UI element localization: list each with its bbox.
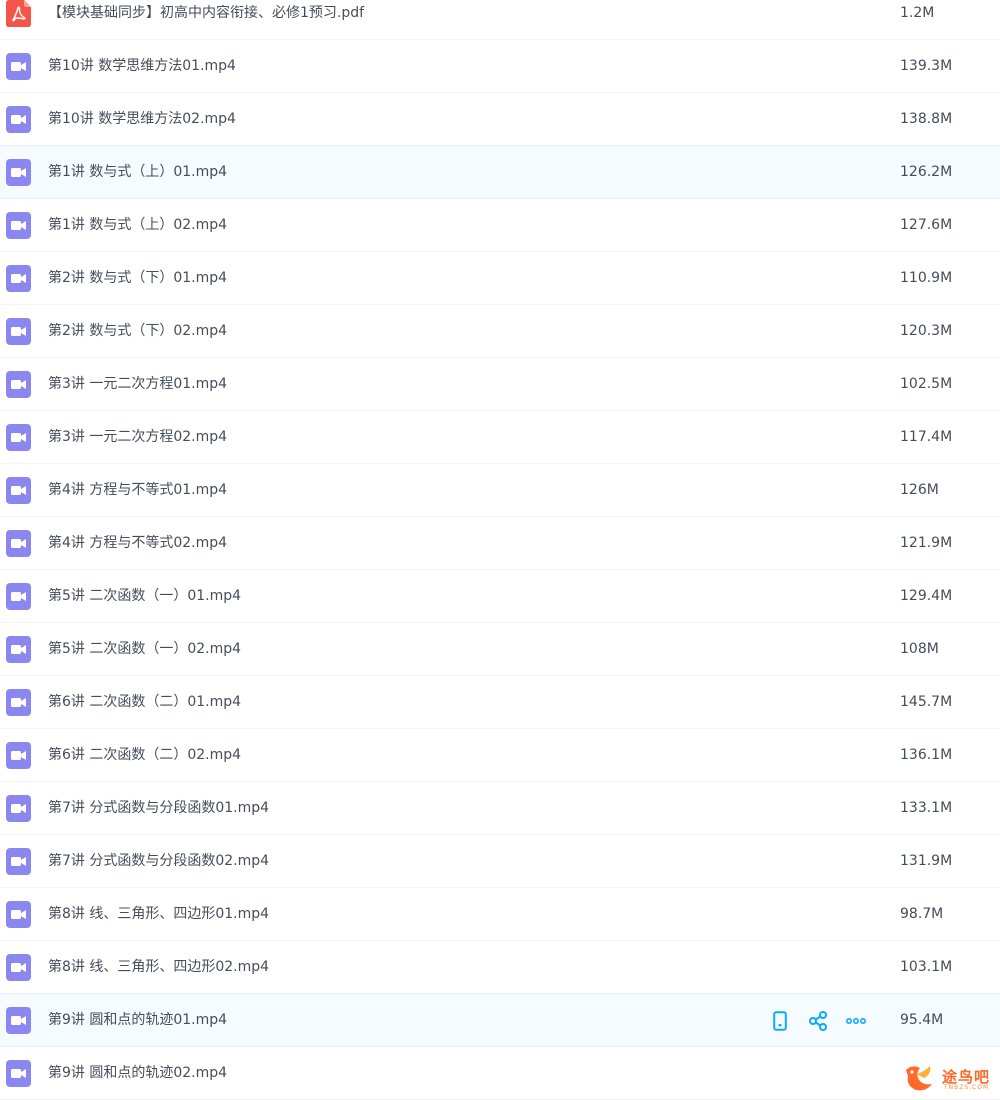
video-file-icon — [6, 689, 31, 716]
video-file-icon — [6, 265, 31, 292]
file-row[interactable]: 第6讲 二次函数（二）01.mp4 145.7M — [0, 676, 1000, 729]
file-size: 95.4M — [900, 1012, 944, 1028]
video-file-icon — [6, 477, 31, 504]
file-row[interactable]: 第5讲 二次函数（一）02.mp4 108M — [0, 623, 1000, 676]
pdf-file-icon — [6, 0, 31, 27]
file-list: 【模块基础同步】初高中内容衔接、必修1预习.pdf 1.2M 第10讲 数学思维… — [0, 0, 1000, 1100]
file-size: 103.1M — [900, 959, 953, 975]
video-file-icon — [6, 1060, 31, 1087]
file-name[interactable]: 第4讲 方程与不等式02.mp4 — [48, 517, 227, 570]
more-icon — [846, 1017, 866, 1025]
video-file-icon — [6, 318, 31, 345]
file-name[interactable]: 第2讲 数与式（下）02.mp4 — [48, 305, 227, 358]
file-name[interactable]: 第3讲 一元二次方程01.mp4 — [48, 358, 227, 411]
file-row[interactable]: 第8讲 线、三角形、四边形02.mp4 103.1M — [0, 941, 1000, 994]
file-size: 139.3M — [900, 58, 953, 74]
video-file-icon — [6, 795, 31, 822]
file-name[interactable]: 第5讲 二次函数（一）02.mp4 — [48, 623, 241, 676]
file-row[interactable]: 第7讲 分式函数与分段函数02.mp4 131.9M — [0, 835, 1000, 888]
file-name[interactable]: 第5讲 二次函数（一）01.mp4 — [48, 570, 241, 623]
send-to-phone-button[interactable] — [770, 1010, 790, 1032]
video-file-icon — [6, 636, 31, 663]
video-file-icon — [6, 742, 31, 769]
video-file-icon — [6, 212, 31, 239]
file-row[interactable]: 第2讲 数与式（下）01.mp4 110.9M — [0, 252, 1000, 305]
file-size: 145.7M — [900, 694, 953, 710]
video-file-icon — [6, 1007, 31, 1034]
file-row[interactable]: 第1讲 数与式（上）02.mp4 127.6M — [0, 199, 1000, 252]
file-name[interactable]: 第6讲 二次函数（二）02.mp4 — [48, 729, 241, 782]
video-file-icon — [6, 583, 31, 610]
file-size: 110.9M — [900, 270, 953, 286]
file-size: 121.9M — [900, 535, 953, 551]
row-actions — [770, 1010, 866, 1032]
file-row[interactable]: 第5讲 二次函数（一）01.mp4 129.4M — [0, 570, 1000, 623]
file-name[interactable]: 第10讲 数学思维方法01.mp4 — [48, 40, 236, 93]
video-file-icon — [6, 159, 31, 186]
file-row[interactable]: 第2讲 数与式（下）02.mp4 120.3M — [0, 305, 1000, 358]
share-button[interactable] — [808, 1010, 828, 1032]
file-size: 133.1M — [900, 800, 953, 816]
file-row[interactable]: 第9讲 圆和点的轨迹01.mp4 95.4M — [0, 993, 1000, 1047]
file-size: 126M — [900, 482, 939, 498]
watermark-subtext: TNBZS.COM — [944, 1084, 990, 1091]
phone-icon — [773, 1011, 787, 1031]
video-file-icon — [6, 424, 31, 451]
file-name[interactable]: 第8讲 线、三角形、四边形02.mp4 — [48, 941, 269, 994]
file-row[interactable]: 第4讲 方程与不等式02.mp4 121.9M — [0, 517, 1000, 570]
file-name[interactable]: 第7讲 分式函数与分段函数02.mp4 — [48, 835, 269, 888]
video-file-icon — [6, 53, 31, 80]
file-row[interactable]: 第9讲 圆和点的轨迹02.mp4 — [0, 1047, 1000, 1100]
file-size: 102.5M — [900, 376, 953, 392]
file-name[interactable]: 第1讲 数与式（上）01.mp4 — [48, 146, 227, 199]
file-row[interactable]: 第7讲 分式函数与分段函数01.mp4 133.1M — [0, 782, 1000, 835]
file-name[interactable]: 第6讲 二次函数（二）01.mp4 — [48, 676, 241, 729]
file-row[interactable]: 第3讲 一元二次方程02.mp4 117.4M — [0, 411, 1000, 464]
file-name[interactable]: 第9讲 圆和点的轨迹02.mp4 — [48, 1047, 227, 1100]
file-name[interactable]: 第7讲 分式函数与分段函数01.mp4 — [48, 782, 269, 835]
file-row[interactable]: 第4讲 方程与不等式01.mp4 126M — [0, 464, 1000, 517]
file-size: 126.2M — [900, 164, 953, 180]
file-row[interactable]: 第10讲 数学思维方法01.mp4 139.3M — [0, 40, 1000, 93]
file-size: 131.9M — [900, 853, 953, 869]
file-row[interactable]: 第3讲 一元二次方程01.mp4 102.5M — [0, 358, 1000, 411]
video-file-icon — [6, 848, 31, 875]
file-name[interactable]: 第4讲 方程与不等式01.mp4 — [48, 464, 227, 517]
video-file-icon — [6, 530, 31, 557]
file-size: 129.4M — [900, 588, 953, 604]
file-size: 136.1M — [900, 747, 953, 763]
file-row[interactable]: 第8讲 线、三角形、四边形01.mp4 98.7M — [0, 888, 1000, 941]
file-size: 108M — [900, 641, 939, 657]
file-size: 117.4M — [900, 429, 953, 445]
file-name[interactable]: 第1讲 数与式（上）02.mp4 — [48, 199, 227, 252]
file-name[interactable]: 第2讲 数与式（下）01.mp4 — [48, 252, 227, 305]
file-name[interactable]: 第10讲 数学思维方法02.mp4 — [48, 93, 236, 146]
video-file-icon — [6, 106, 31, 133]
more-button[interactable] — [846, 1010, 866, 1032]
file-name[interactable]: 第3讲 一元二次方程02.mp4 — [48, 411, 227, 464]
file-size: 127.6M — [900, 217, 953, 233]
bird-logo-icon — [906, 1066, 932, 1091]
file-row[interactable]: 第6讲 二次函数（二）02.mp4 136.1M — [0, 729, 1000, 782]
file-size: 120.3M — [900, 323, 953, 339]
file-name[interactable]: 【模块基础同步】初高中内容衔接、必修1预习.pdf — [48, 0, 364, 40]
share-icon — [808, 1011, 828, 1031]
file-row[interactable]: 【模块基础同步】初高中内容衔接、必修1预习.pdf 1.2M — [0, 0, 1000, 40]
file-size: 98.7M — [900, 906, 944, 922]
video-file-icon — [6, 901, 31, 928]
watermark: 途鸟吧 TNBZS.COM — [902, 1060, 998, 1094]
video-file-icon — [6, 954, 31, 981]
file-row[interactable]: 第1讲 数与式（上）01.mp4 126.2M — [0, 145, 1000, 199]
file-size: 1.2M — [900, 5, 935, 21]
file-row[interactable]: 第10讲 数学思维方法02.mp4 138.8M — [0, 93, 1000, 146]
file-size: 138.8M — [900, 111, 953, 127]
file-name[interactable]: 第8讲 线、三角形、四边形01.mp4 — [48, 888, 269, 941]
file-name[interactable]: 第9讲 圆和点的轨迹01.mp4 — [48, 994, 227, 1047]
video-file-icon — [6, 371, 31, 398]
